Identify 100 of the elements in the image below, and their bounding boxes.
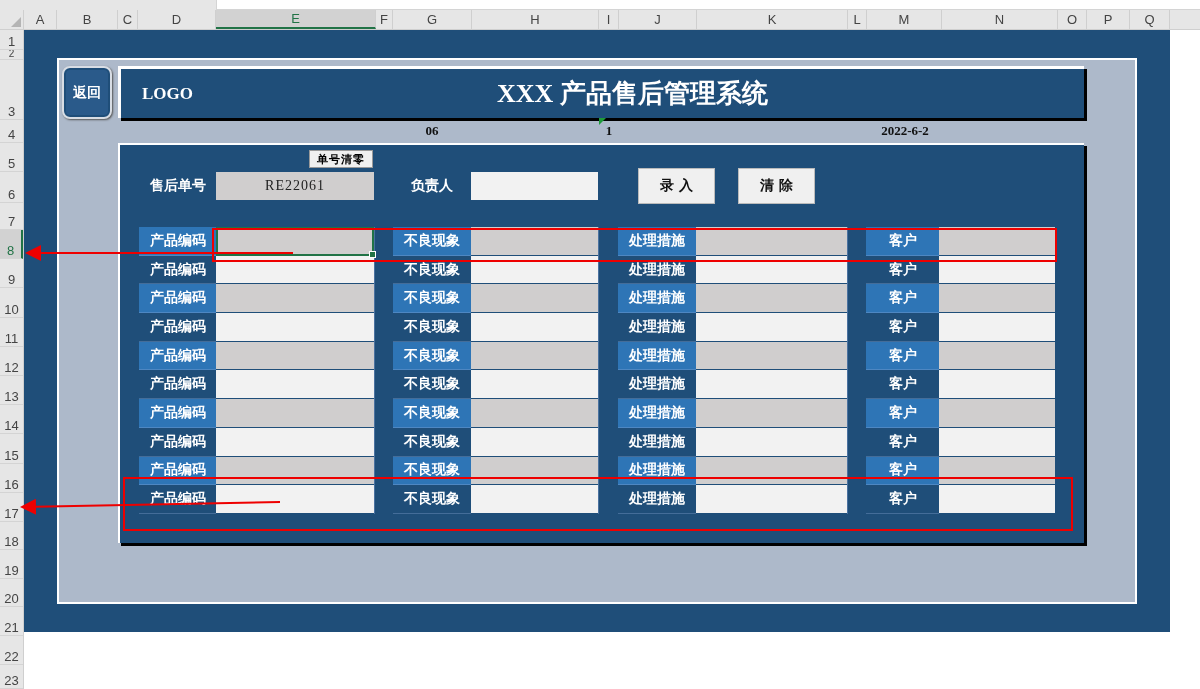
clear-number-button[interactable]: 单号清零 (309, 150, 373, 168)
row-header[interactable]: 20 (0, 578, 23, 607)
label-cell: 客户 (866, 341, 939, 371)
row-header[interactable]: 10 (0, 288, 23, 318)
action-button[interactable]: 清除 (738, 168, 815, 204)
column-header[interactable]: A (24, 10, 57, 29)
owner-field[interactable] (471, 172, 598, 200)
entry-cell[interactable] (939, 341, 1055, 371)
label-cell: 客户 (866, 227, 939, 256)
back-button[interactable]: 返回 (62, 66, 112, 119)
column-header[interactable]: Q (1130, 10, 1170, 29)
entry-cell[interactable] (939, 485, 1055, 514)
column-header[interactable]: M (867, 10, 942, 29)
column-header[interactable]: F (376, 10, 393, 29)
entry-cell[interactable] (939, 227, 1055, 256)
column-header[interactable]: C (118, 10, 138, 29)
entry-cell[interactable] (939, 284, 1055, 314)
row-header[interactable]: 3 (0, 60, 23, 120)
entry-cell[interactable] (216, 370, 374, 400)
app-title: XXX 产品售后管理系统 (497, 78, 768, 110)
info-value: 1 (604, 122, 614, 139)
row-header[interactable]: 22 (0, 635, 23, 665)
field-label: 负责人 (410, 177, 454, 195)
entry-cell[interactable] (696, 370, 847, 400)
row-header[interactable]: 6 (0, 172, 23, 203)
label-cell: 产品编码 (139, 399, 216, 428)
row-header[interactable]: 11 (0, 317, 23, 347)
label-cell: 产品编码 (139, 227, 216, 256)
entry-cell[interactable] (696, 341, 847, 371)
column-header[interactable]: J (619, 10, 697, 29)
row-header[interactable]: 2 (0, 50, 23, 60)
info-value: 06 (424, 122, 440, 139)
row-header[interactable]: 21 (0, 606, 23, 636)
label-cell: 产品编码 (139, 284, 216, 314)
entry-cell[interactable] (471, 313, 598, 342)
entry-cell[interactable] (216, 284, 374, 314)
entry-cell[interactable] (939, 399, 1055, 428)
column-header[interactable]: E (216, 10, 376, 29)
row-header[interactable]: 13 (0, 375, 23, 406)
entry-cell[interactable] (471, 341, 598, 371)
label-cell: 产品编码 (139, 341, 216, 371)
row-header[interactable]: 19 (0, 549, 23, 579)
row-header[interactable]: 15 (0, 434, 23, 464)
info-value: 2022-6-2 (880, 122, 930, 139)
label-cell: 不良现象 (393, 341, 471, 371)
entry-cell[interactable] (696, 313, 847, 342)
entry-cell[interactable] (696, 427, 847, 457)
label-cell: 客户 (866, 399, 939, 428)
column-header[interactable]: H (472, 10, 599, 29)
label-cell: 处理措施 (618, 284, 696, 314)
label-cell: 处理措施 (618, 227, 696, 256)
entry-cell[interactable] (696, 284, 847, 314)
entry-cell[interactable] (471, 370, 598, 400)
column-header[interactable]: O (1058, 10, 1087, 29)
order-number-field[interactable]: RE22061 (216, 172, 374, 200)
column-header[interactable]: N (942, 10, 1058, 29)
entry-cell[interactable] (216, 485, 374, 514)
entry-cell[interactable] (696, 227, 847, 256)
entry-cell[interactable] (216, 313, 374, 342)
entry-cell[interactable] (471, 427, 598, 457)
row-header[interactable]: 9 (0, 259, 23, 289)
row-header[interactable]: 12 (0, 346, 23, 376)
row-header[interactable]: 1 (0, 30, 23, 50)
label-cell: 客户 (866, 284, 939, 314)
row-header[interactable]: 23 (0, 664, 23, 689)
entry-cell[interactable] (939, 313, 1055, 342)
row-header[interactable]: 17 (0, 492, 23, 522)
entry-cell[interactable] (216, 227, 374, 256)
logo-text: LOGO (142, 83, 194, 104)
row-header[interactable]: 14 (0, 405, 23, 435)
column-header[interactable]: B (57, 10, 118, 29)
column-header[interactable]: K (697, 10, 848, 29)
entry-cell[interactable] (216, 399, 374, 428)
row-header[interactable]: 4 (0, 120, 23, 143)
entry-cell[interactable] (939, 427, 1055, 457)
label-cell: 处理措施 (618, 341, 696, 371)
label-cell: 不良现象 (393, 284, 471, 314)
column-header[interactable]: P (1087, 10, 1130, 29)
column-header[interactable]: L (848, 10, 867, 29)
label-cell: 不良现象 (393, 399, 471, 428)
entry-cell[interactable] (471, 227, 598, 256)
entry-cell[interactable] (216, 341, 374, 371)
entry-cell[interactable] (696, 399, 847, 428)
column-header[interactable]: I (599, 10, 619, 29)
action-button[interactable]: 录入 (638, 168, 715, 204)
row-header[interactable]: 18 (0, 521, 23, 550)
row-header[interactable]: 16 (0, 463, 23, 493)
entry-cell[interactable] (471, 284, 598, 314)
field-label: 售后单号 (148, 177, 207, 195)
column-header[interactable]: G (393, 10, 472, 29)
row-header[interactable]: 5 (0, 143, 23, 172)
corner-triangle-icon (11, 17, 21, 27)
label-cell: 处理措施 (618, 399, 696, 428)
row-header[interactable]: 8 (0, 230, 23, 260)
entry-cell[interactable] (696, 485, 847, 514)
entry-cell[interactable] (471, 485, 598, 514)
entry-cell[interactable] (939, 370, 1055, 400)
entry-cell[interactable] (216, 427, 374, 457)
label-cell: 不良现象 (393, 227, 471, 256)
entry-cell[interactable] (471, 399, 598, 428)
